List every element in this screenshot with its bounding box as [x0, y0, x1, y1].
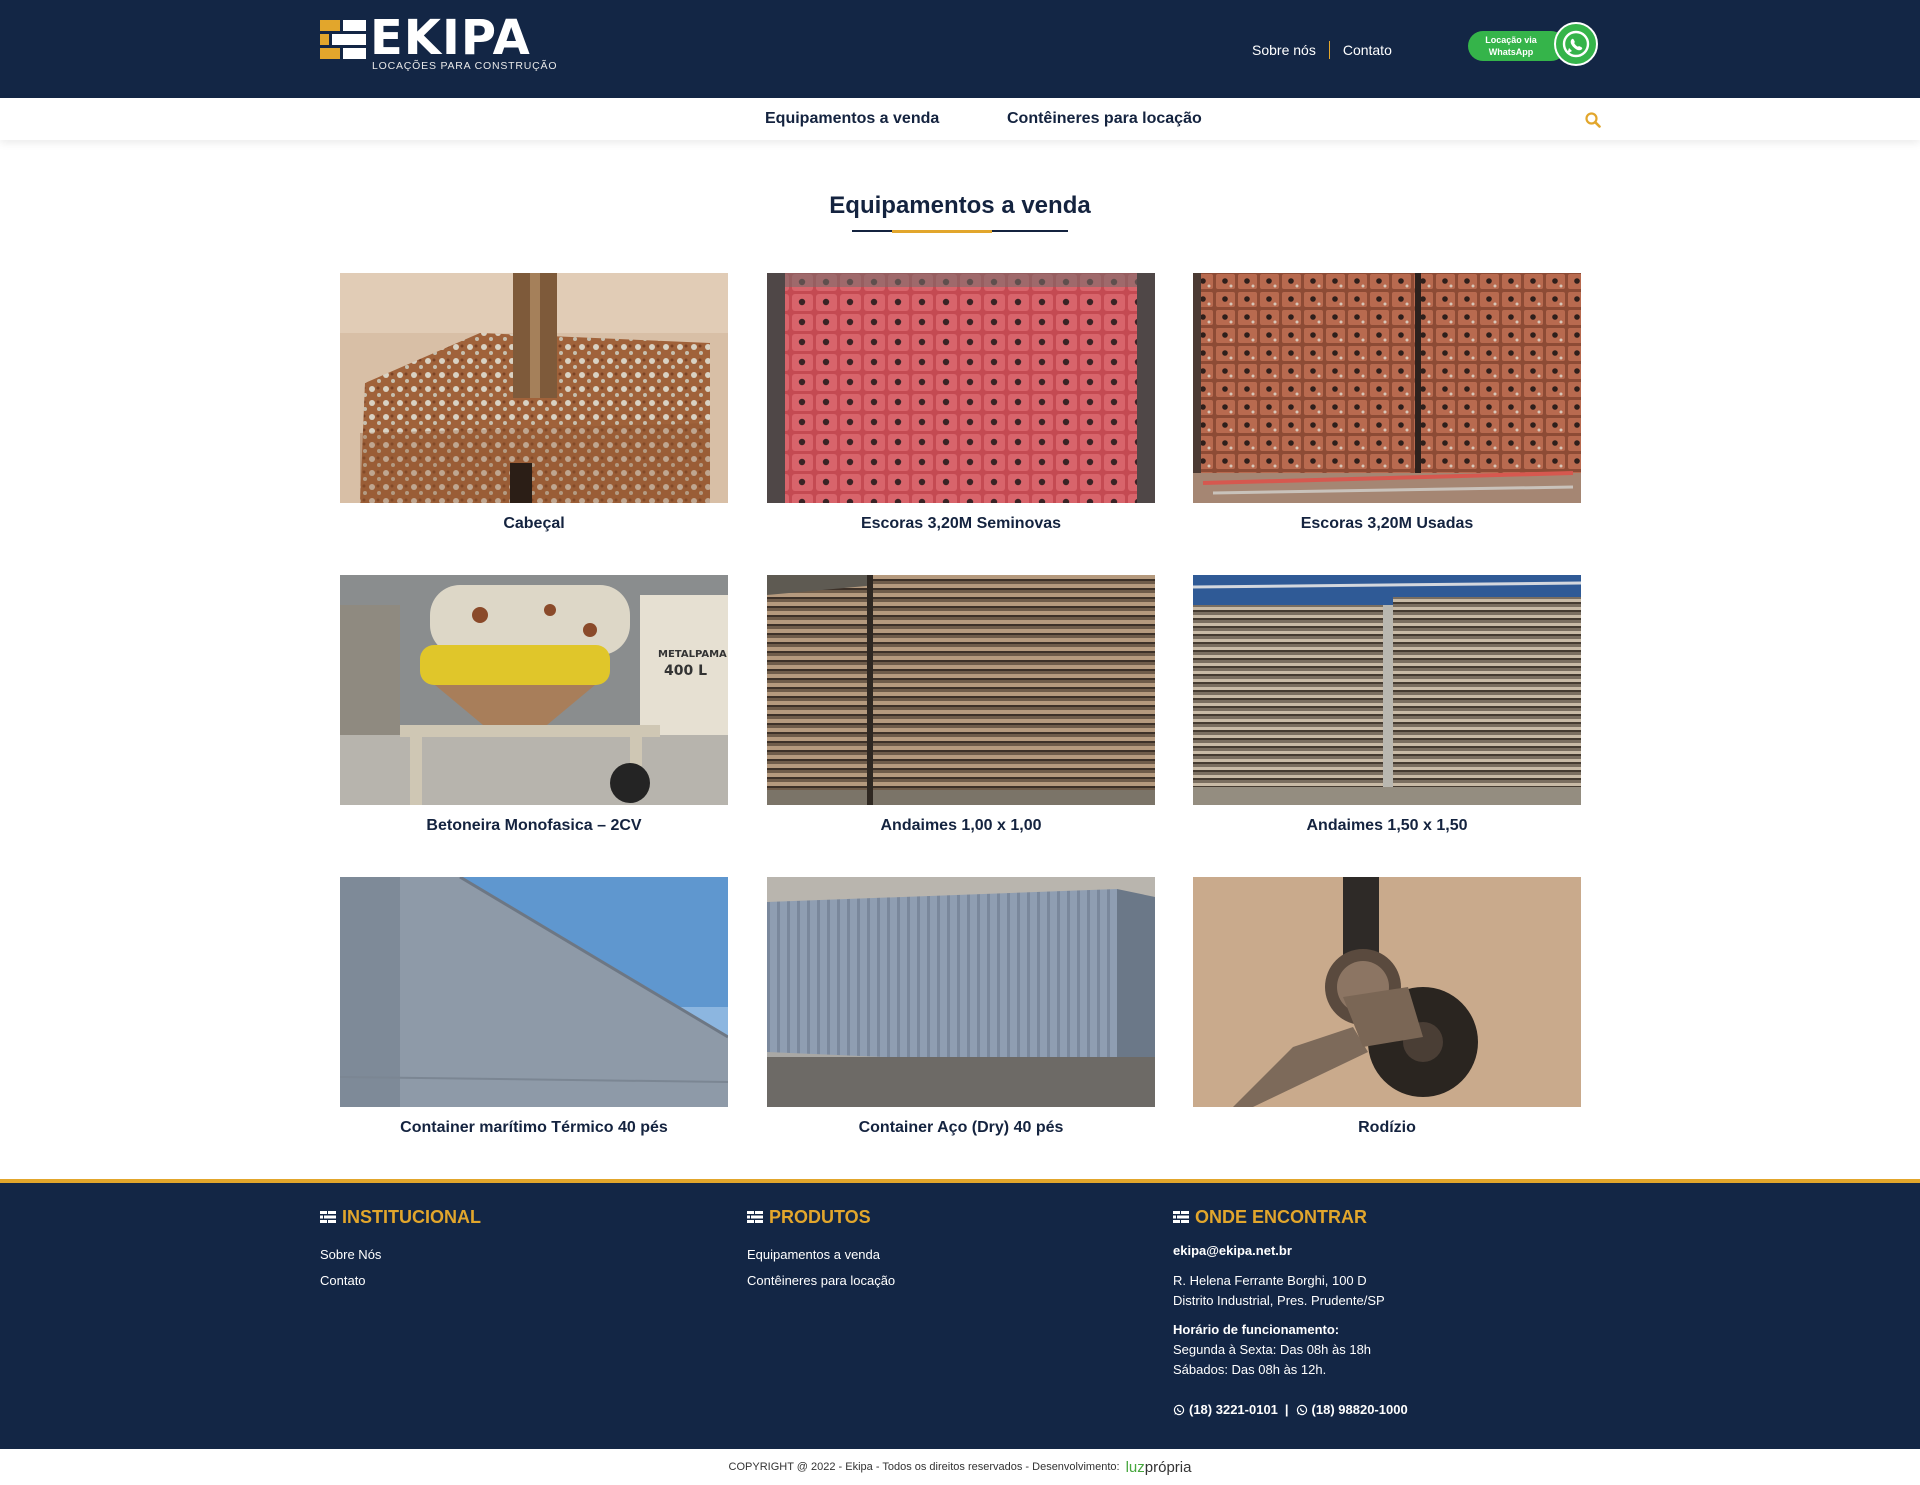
product-name[interactable]: Andaimes 1,00 x 1,00: [767, 817, 1155, 835]
footer-link-equipamentos[interactable]: Equipamentos a venda: [747, 1247, 880, 1262]
product-name[interactable]: Betoneira Monofasica – 2CV: [340, 817, 728, 835]
footer-email[interactable]: ekipa@ekipa.net.br: [1173, 1243, 1292, 1258]
product-name[interactable]: Cabeçal: [340, 515, 728, 533]
product-card-container-termico[interactable]: Container marítimo Térmico 40 pés: [340, 877, 728, 1147]
footer-heading-label: PRODUTOS: [769, 1206, 871, 1227]
footer-address-line2: Distrito Industrial, Pres. Prudente/SP: [1173, 1293, 1385, 1308]
product-image[interactable]: [340, 877, 728, 1107]
product-card-rodizio[interactable]: Rodízio: [1193, 877, 1581, 1147]
section-title: Equipamentos a venda: [829, 192, 1091, 219]
footer-col-onde-encontrar: ONDE ENCONTRAR: [1173, 1205, 1367, 1229]
whatsapp-icon: [1554, 22, 1598, 66]
product-card-andaimes-100[interactable]: Andaimes 1,00 x 1,00: [767, 575, 1155, 845]
footer-heading-label: INSTITUCIONAL: [342, 1206, 481, 1227]
product-name[interactable]: Container Aço (Dry) 40 pés: [767, 1119, 1155, 1137]
footer-heading-label: ONDE ENCONTRAR: [1195, 1206, 1368, 1227]
developer-logo[interactable]: luzprópria: [1126, 1459, 1192, 1476]
copyright-text: COPYRIGHT @ 2022 - Ekipa - Todos os dire…: [728, 1461, 1120, 1473]
nav-item-equipamentos[interactable]: Equipamentos a venda: [765, 110, 939, 128]
whatsapp-label-line1: Locação via: [1485, 35, 1537, 45]
brick-icon: [320, 1211, 336, 1223]
developer-logo-part1: luz: [1125, 1458, 1145, 1476]
whatsapp-label: Locação via WhatsApp: [1476, 34, 1546, 58]
product-image[interactable]: METALPAMA 400 L: [340, 575, 728, 805]
product-card-container-aco[interactable]: Container Aço (Dry) 40 pés: [767, 877, 1155, 1147]
footer-link-conteineres[interactable]: Contêineres para locação: [747, 1273, 895, 1288]
top-links: Sobre nós Contato: [1252, 40, 1392, 60]
footer-heading: ONDE ENCONTRAR: [1173, 1205, 1367, 1229]
footer-phone-mobile[interactable]: (18) 98820-1000: [1312, 1402, 1408, 1417]
product-card-andaimes-150[interactable]: Andaimes 1,50 x 1,50: [1193, 575, 1581, 845]
product-name[interactable]: Andaimes 1,50 x 1,50: [1193, 817, 1581, 835]
product-card-escoras-seminovas[interactable]: Escoras 3,20M Seminovas: [767, 273, 1155, 543]
top-link-contato[interactable]: Contato: [1343, 42, 1392, 58]
top-link-sobre-nos[interactable]: Sobre nós: [1252, 42, 1316, 58]
svg-text:METALPAMA: METALPAMA: [658, 649, 727, 660]
footer-hours-saturday: Sábados: Das 08h às 12h.: [1173, 1362, 1327, 1377]
product-image[interactable]: [767, 877, 1155, 1107]
main-nav: Equipamentos a venda Contêineres para lo…: [0, 98, 1920, 140]
footer-hours-title: Horário de funcionamento:: [1173, 1322, 1340, 1337]
product-image[interactable]: [1193, 575, 1581, 805]
footer-col-institucional: INSTITUCIONAL: [320, 1205, 481, 1229]
brick-icon: [747, 1211, 763, 1223]
footer-link-contato[interactable]: Contato: [320, 1273, 366, 1288]
logo-wordmark: EKIPA: [370, 10, 531, 66]
copyright-bar: COPYRIGHT @ 2022 - Ekipa - Todos os dire…: [0, 1449, 1920, 1485]
ekipa-logo[interactable]: EKIPA LOCAÇÕES PARA CONSTRUÇÃO: [320, 10, 556, 74]
product-name[interactable]: Escoras 3,20M Seminovas: [767, 515, 1155, 533]
footer-link-sobre-nos[interactable]: Sobre Nós: [320, 1247, 381, 1262]
product-image[interactable]: [767, 273, 1155, 503]
whatsapp-icon: [1173, 1404, 1185, 1415]
title-underline-accent: [892, 230, 992, 233]
footer-heading: PRODUTOS: [747, 1205, 871, 1229]
product-name[interactable]: Rodízio: [1193, 1119, 1581, 1137]
footer-heading: INSTITUCIONAL: [320, 1205, 481, 1229]
product-name[interactable]: Escoras 3,20M Usadas: [1193, 515, 1581, 533]
top-link-divider: [1328, 41, 1330, 59]
product-name[interactable]: Container marítimo Térmico 40 pés: [340, 1119, 728, 1137]
whatsapp-rental-button[interactable]: Locação via WhatsApp: [1468, 22, 1598, 66]
product-card-escoras-usadas[interactable]: Escoras 3,20M Usadas: [1193, 273, 1581, 543]
brick-icon: [1173, 1211, 1189, 1223]
developer-logo-part2: própria: [1144, 1458, 1192, 1476]
product-card-betoneira[interactable]: METALPAMA 400 L Betoneira Monofasica – 2…: [340, 575, 728, 845]
whatsapp-label-line2: WhatsApp: [1488, 47, 1534, 57]
footer-col-produtos: PRODUTOS: [747, 1205, 871, 1229]
site-footer: INSTITUCIONAL Sobre Nós Contato PRODUTOS…: [0, 1179, 1920, 1449]
footer-phone-landline[interactable]: (18) 3221-0101: [1189, 1402, 1278, 1417]
footer-hours-weekdays: Segunda à Sexta: Das 08h às 18h: [1173, 1342, 1372, 1357]
product-image[interactable]: [340, 273, 728, 503]
nav-item-conteineres[interactable]: Contêineres para locação: [1007, 110, 1202, 128]
logo-subtitle: LOCAÇÕES PARA CONSTRUÇÃO: [372, 60, 558, 72]
product-image[interactable]: [1193, 273, 1581, 503]
product-image[interactable]: [1193, 877, 1581, 1107]
whatsapp-pill: Locação via WhatsApp: [1468, 31, 1566, 61]
product-image[interactable]: [767, 575, 1155, 805]
footer-phones: (18) 3221-0101 | (18) 98820-1000: [1173, 1402, 1408, 1417]
logo-brick-icon: [320, 20, 366, 59]
svg-text:400 L: 400 L: [664, 663, 707, 679]
top-header: EKIPA LOCAÇÕES PARA CONSTRUÇÃO Sobre nós…: [0, 0, 1920, 98]
search-icon[interactable]: [1584, 111, 1602, 129]
footer-phone-separator: |: [1284, 1402, 1289, 1417]
whatsapp-icon: [1296, 1404, 1307, 1415]
product-card-cabecal[interactable]: Cabeçal: [340, 273, 728, 543]
footer-address-line1: R. Helena Ferrante Borghi, 100 D: [1173, 1273, 1367, 1288]
